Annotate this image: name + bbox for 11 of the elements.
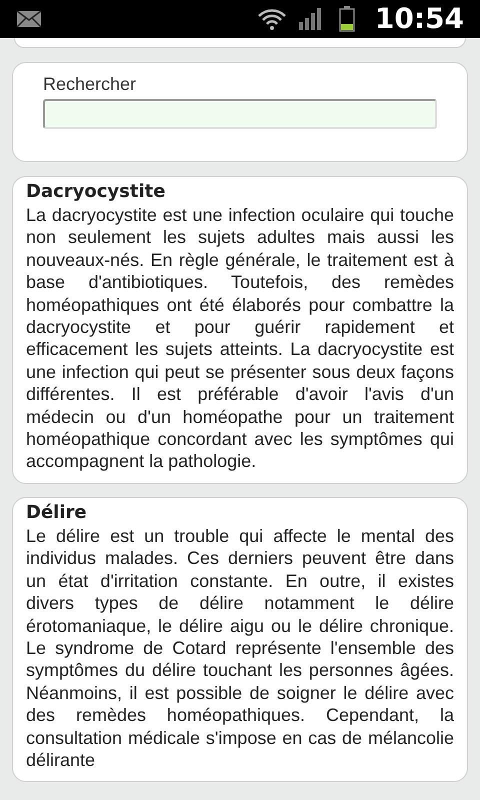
signal-icon (298, 8, 323, 30)
article-text: La dacryocystite est une infection oculaire qui touche non seulement les sujets adultes mais aussi les nouveaux-nés. En règle générale, le traitement est à base d'antibiotiques. Toutefois, des remèdes homéopathiques ont été élaborés pour combattre la dacryocystite et pour guérir rapidement et efficacement les sujets atteints. La dacryocystite est une infection qui peut se présenter sous deux façons différentes. Il est préférable d'avoir l'avis d'un médecin ou d'un homéopathe pour un traitement homéopathique concordant avec les symptômes qui accompagnent la pathologie. (26, 204, 454, 473)
search-label: Rechercher (43, 73, 138, 96)
clock-time: 10:54 (374, 1, 464, 37)
article-text: Le délire est un trouble qui affecte le mental des individus malades. Ces derniers peuvent être dans un état d'irritation constante. En outre, il existes divers types de délire notamment le délire érotomaniaque, le délire aigu ou le délire chronique. Le syndrome de Cotard représente l'ensemble des symptômes du délire touchant les personnes âgées. Néanmoins, il est possible de soigner le délire avec des remèdes homéopathiques. Cependant, la consultation médicale s'impose en cas de mélancolie délirante (26, 524, 454, 772)
battery-icon (338, 6, 355, 32)
article-title: Dacryocystite (26, 180, 166, 204)
search-field[interactable] (43, 99, 437, 129)
wifi-icon (256, 7, 287, 31)
article-title: Délire (26, 500, 88, 525)
mail-icon (16, 10, 42, 28)
